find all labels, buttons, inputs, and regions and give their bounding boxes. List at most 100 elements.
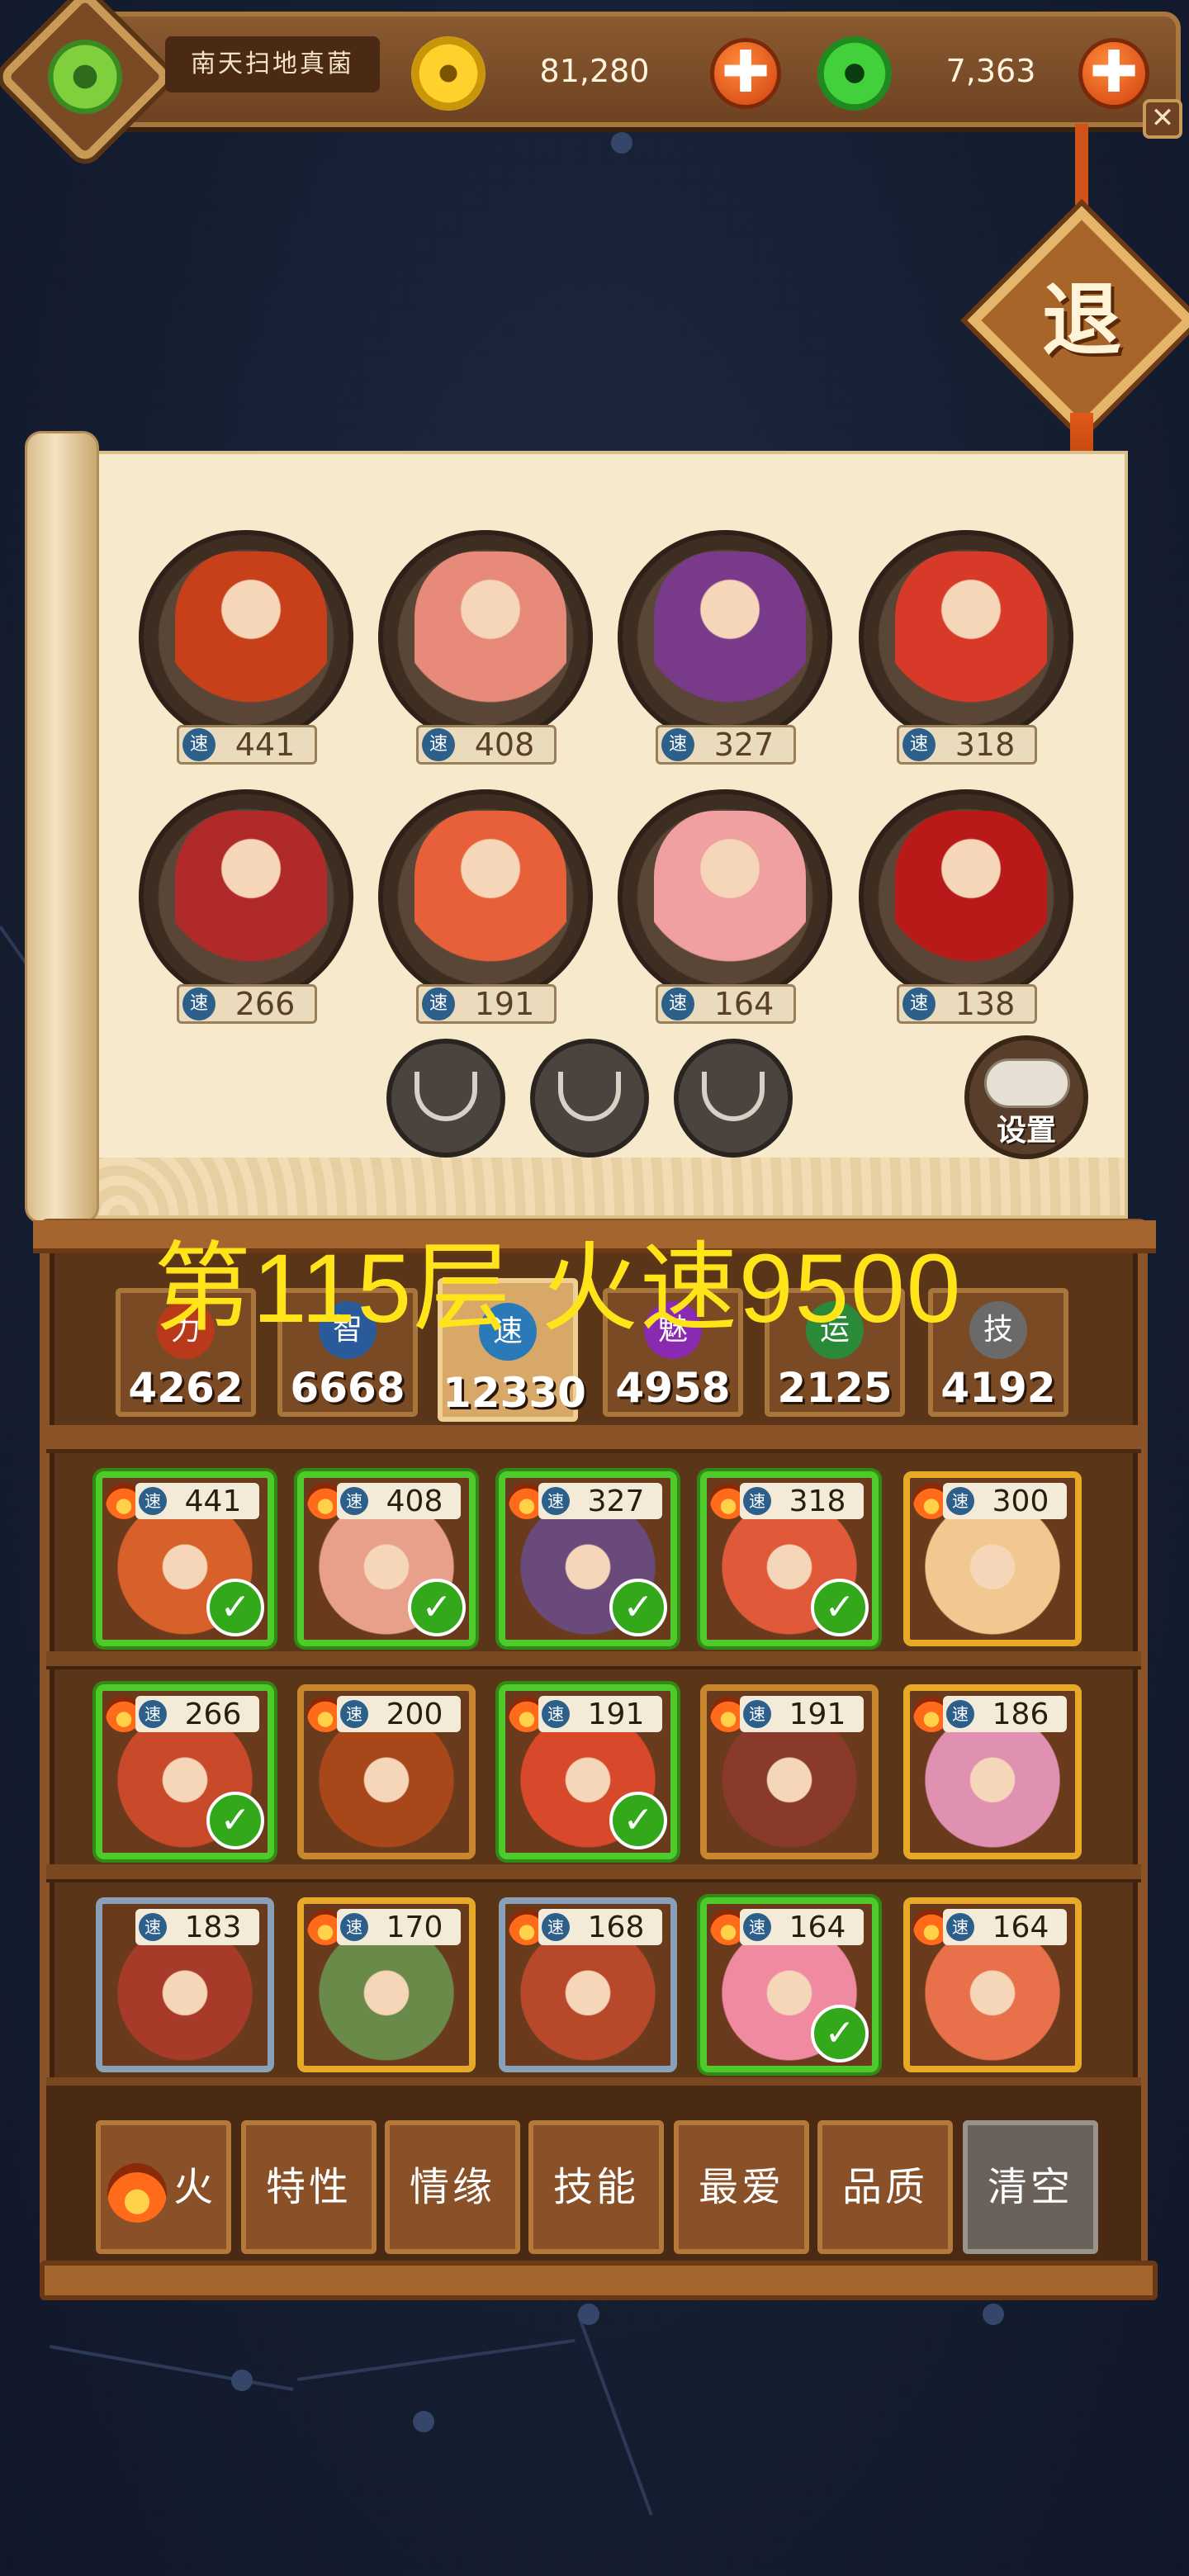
filter-button[interactable]: 情缘 (385, 2120, 520, 2254)
hero-card[interactable]: 速 318 ✓ (700, 1471, 879, 1646)
speed-icon: 速 (743, 1487, 771, 1515)
speed-tag: 速 186 (943, 1696, 1067, 1732)
hero-card[interactable]: 速 441 ✓ (96, 1471, 274, 1646)
check-icon: ✓ (609, 1792, 667, 1849)
jade-coin-icon (817, 36, 892, 111)
team-member[interactable]: 速 138 (859, 789, 1073, 1037)
speed-value: 164 (789, 1910, 846, 1944)
speed-tag: 速 191 (416, 984, 557, 1024)
hero-portrait (654, 811, 806, 976)
exit-label[interactable]: 退 (1001, 239, 1163, 401)
hero-portrait-frame (859, 530, 1073, 745)
speed-icon: 速 (139, 1913, 167, 1941)
filter-button[interactable]: 特性 (241, 2120, 377, 2254)
speed-icon: 速 (661, 728, 694, 761)
speed-value: 138 (955, 986, 1016, 1022)
empty-team-slot[interactable] (530, 1039, 649, 1158)
hero-card[interactable]: 速 266 ✓ (96, 1684, 274, 1859)
filter-button[interactable]: 技能 (528, 2120, 664, 2254)
team-member[interactable]: 速 327 (618, 530, 832, 778)
speed-tag: 速 266 (135, 1696, 259, 1732)
speed-tag: 速 138 (897, 984, 1037, 1024)
filter-label: 技能 (552, 2164, 639, 2210)
empty-team-slot[interactable] (674, 1039, 793, 1158)
add-jade-button[interactable]: ✚ (1078, 38, 1149, 109)
speed-tag: 速 408 (416, 725, 557, 765)
speed-icon: 速 (946, 1913, 974, 1941)
filter-label: 最爱 (698, 2164, 784, 2210)
cabinet-bottom-plank (40, 2261, 1158, 2300)
gamepad-icon (984, 1058, 1070, 1108)
hero-card[interactable]: 速 186 (903, 1684, 1082, 1859)
hero-portrait (414, 552, 566, 717)
hero-portrait-frame (859, 789, 1073, 1004)
speed-value: 408 (386, 1484, 443, 1518)
gold-amount: 81,280 (539, 53, 650, 89)
hero-card[interactable]: 速 408 ✓ (297, 1471, 476, 1646)
scroll-wave-pattern (94, 1158, 1125, 1215)
filter-button[interactable]: 清空 (963, 2120, 1098, 2254)
stat-value: 6668 (290, 1364, 405, 1412)
hero-card[interactable]: 速 164 (903, 1897, 1082, 2072)
speed-icon: 速 (422, 728, 455, 761)
hero-card[interactable]: 速 300 (903, 1471, 1082, 1646)
empty-team-slot[interactable] (386, 1039, 505, 1158)
speed-value: 164 (992, 1910, 1049, 1944)
team-member[interactable]: 速 191 (378, 789, 593, 1037)
team-member[interactable]: 速 408 (378, 530, 593, 778)
speed-tag: 速 164 (943, 1909, 1067, 1945)
stat-value: 2125 (777, 1364, 893, 1412)
hero-card[interactable]: 速 164 ✓ (700, 1897, 879, 2072)
speed-tag: 速 191 (740, 1696, 864, 1732)
filter-button[interactable]: 品质 (817, 2120, 953, 2254)
hero-portrait-frame (139, 530, 353, 745)
speed-icon: 速 (902, 728, 936, 761)
filter-label: 情缘 (409, 2164, 495, 2210)
hero-portrait (175, 552, 327, 717)
speed-tag: 速 200 (337, 1696, 461, 1732)
row-shelf (46, 1864, 1141, 1882)
check-icon: ✓ (408, 1579, 466, 1636)
close-icon[interactable]: ✕ (1143, 99, 1182, 139)
team-member[interactable]: 速 441 (139, 530, 353, 778)
hero-card[interactable]: 速 183 (96, 1897, 274, 2072)
settings-button[interactable]: 设置 (964, 1035, 1088, 1159)
speed-tag: 速 164 (656, 984, 796, 1024)
speed-icon: 速 (743, 1700, 771, 1728)
hero-portrait-frame (139, 789, 353, 1004)
speed-value: 318 (789, 1484, 846, 1518)
hero-card[interactable]: 速 200 (297, 1684, 476, 1859)
speed-value: 441 (184, 1484, 242, 1518)
add-gold-button[interactable]: ✚ (710, 38, 781, 109)
hero-card[interactable]: 速 327 ✓ (499, 1471, 677, 1646)
speed-value: 186 (992, 1697, 1049, 1731)
hero-card[interactable]: 速 168 (499, 1897, 677, 2072)
hero-card[interactable]: 速 170 (297, 1897, 476, 2072)
filter-label: 火 (173, 2164, 217, 2210)
check-icon: ✓ (206, 1579, 264, 1636)
team-member[interactable]: 速 164 (618, 789, 832, 1037)
speed-icon: 速 (542, 1913, 570, 1941)
speed-value: 164 (713, 986, 775, 1022)
speed-tag: 速 168 (538, 1909, 662, 1945)
speed-value: 300 (992, 1484, 1049, 1518)
hero-portrait-frame (618, 789, 832, 1004)
speed-icon: 速 (946, 1487, 974, 1515)
speed-tag: 速 300 (943, 1483, 1067, 1519)
hero-card[interactable]: 速 191 (700, 1684, 879, 1859)
speed-icon: 速 (902, 987, 936, 1020)
filter-button[interactable]: 火 (96, 2120, 231, 2254)
floor-title: 第115层 火速9500 (154, 1234, 963, 1343)
speed-icon: 速 (139, 1487, 167, 1515)
filter-button[interactable]: 最爱 (674, 2120, 809, 2254)
hero-portrait (414, 811, 566, 976)
speed-value: 200 (386, 1697, 443, 1731)
hero-portrait (175, 811, 327, 976)
hero-card[interactable]: 速 191 ✓ (499, 1684, 677, 1859)
scroll-roll (25, 431, 99, 1224)
speed-value: 327 (587, 1484, 645, 1518)
team-member[interactable]: 速 318 (859, 530, 1073, 778)
team-member[interactable]: 速 266 (139, 789, 353, 1037)
cabinet-mid-shelf (46, 1425, 1141, 1453)
hero-portrait-frame (618, 530, 832, 745)
